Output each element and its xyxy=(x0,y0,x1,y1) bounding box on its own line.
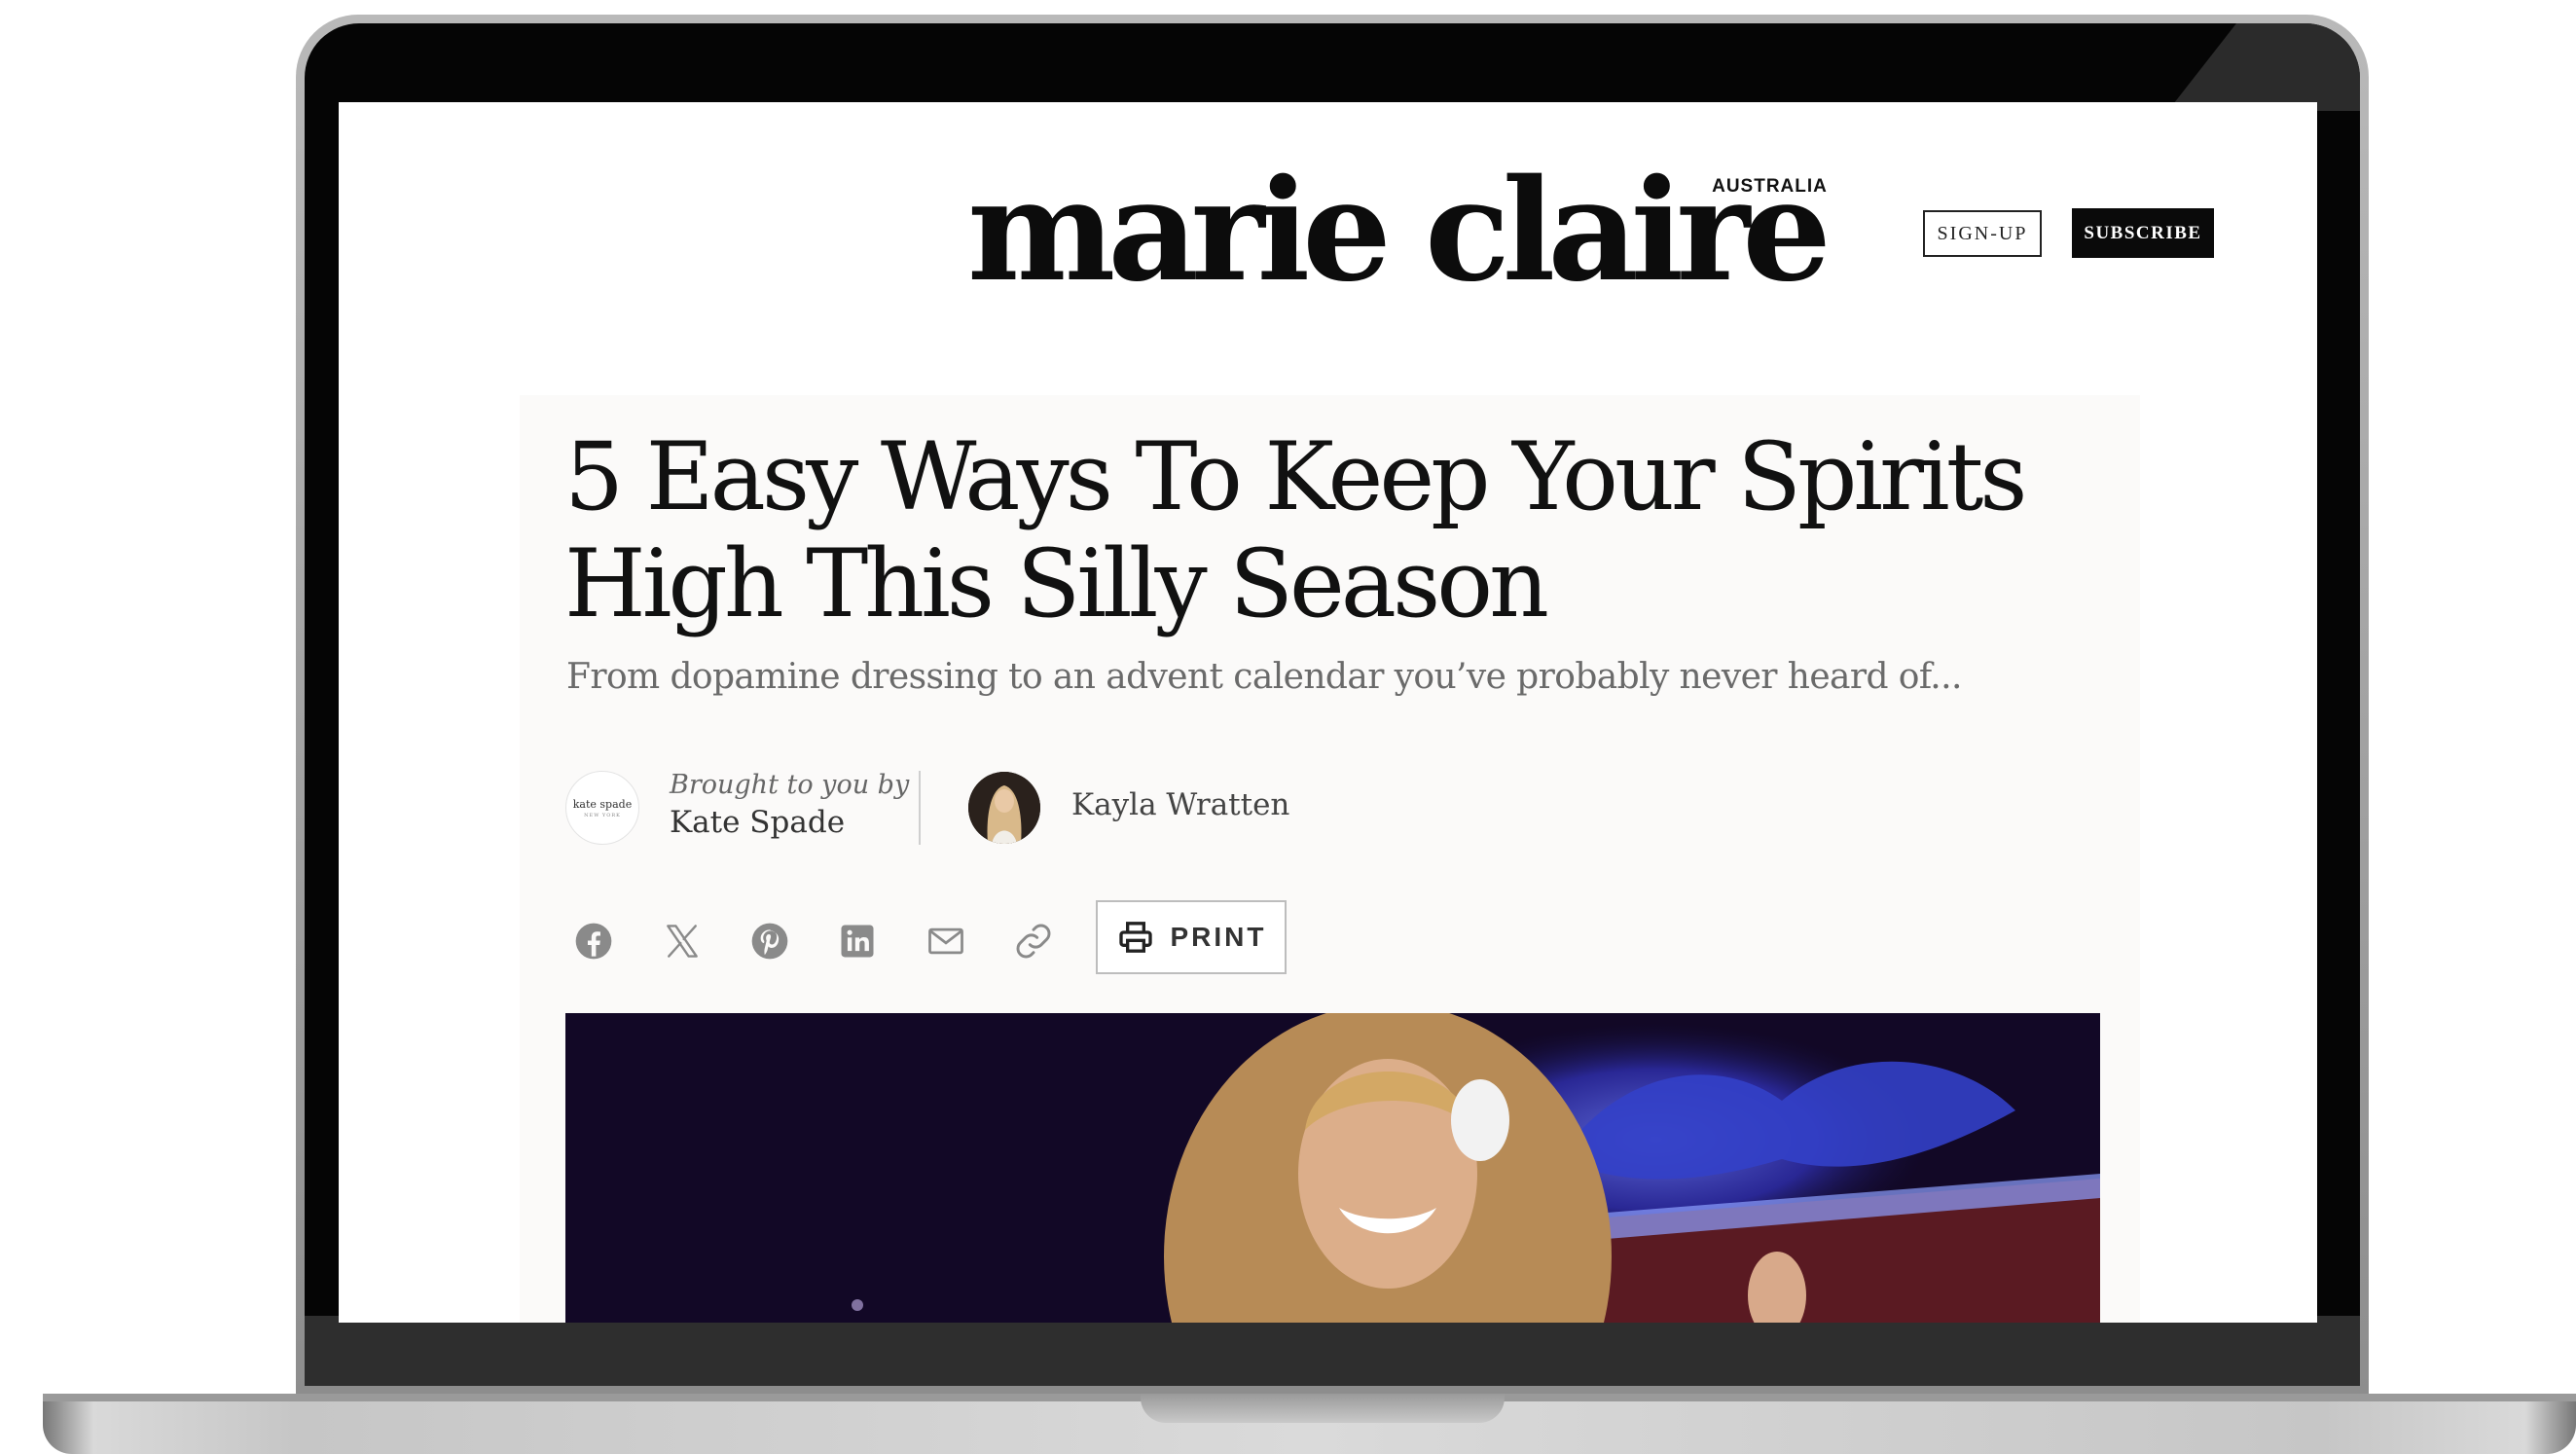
sponsor-logo-text: kate spade xyxy=(572,797,633,811)
print-button[interactable]: PRINT xyxy=(1096,900,1287,974)
share-linkedin[interactable] xyxy=(828,912,887,970)
sponsor-logo[interactable]: kate spade NEW YORK xyxy=(565,771,639,845)
author-photo xyxy=(968,772,1040,844)
subscribe-button[interactable]: SUBSCRIBE xyxy=(2072,208,2214,258)
browser-screen: marie claire AUSTRALIA SIGN-UP SUBSCRIBE… xyxy=(339,102,2317,1323)
bezel-glare xyxy=(2167,23,2360,111)
article-headline: 5 Easy Ways To Keep Your Spirits High Th… xyxy=(564,422,2028,638)
hero-photo xyxy=(565,1013,2100,1323)
sponsor-logo-subtext: NEW YORK xyxy=(584,812,621,818)
x-icon xyxy=(667,925,698,958)
link-icon xyxy=(1016,924,1051,959)
share-copy-link[interactable] xyxy=(1004,912,1063,970)
logo-wordmark: marie claire xyxy=(967,148,1832,312)
logo-region: AUSTRALIA xyxy=(1712,176,1828,197)
linkedin-icon xyxy=(841,925,874,958)
author-name[interactable]: Kayla Wratten xyxy=(1071,787,1289,822)
print-label: PRINT xyxy=(1170,922,1267,952)
share-email[interactable] xyxy=(917,912,975,970)
hero-image xyxy=(565,1013,2100,1323)
share-facebook[interactable] xyxy=(564,912,623,970)
author-avatar[interactable] xyxy=(968,772,1040,844)
sponsor-prefix: Brought to you by xyxy=(670,770,910,800)
pinterest-icon xyxy=(751,923,788,960)
sponsor-name[interactable]: Kate Spade xyxy=(670,805,845,840)
share-pinterest[interactable] xyxy=(741,912,799,970)
printer-icon xyxy=(1118,922,1152,953)
signup-button[interactable]: SIGN-UP xyxy=(1923,210,2042,257)
email-icon xyxy=(928,927,963,955)
laptop-notch xyxy=(1141,1394,1505,1423)
bezel-bottom xyxy=(305,1316,2360,1386)
share-x[interactable] xyxy=(653,912,711,970)
article-dek: From dopamine dressing to an advent cale… xyxy=(566,657,1962,697)
facebook-icon xyxy=(575,923,612,960)
byline-divider xyxy=(919,771,921,845)
site-logo[interactable]: marie claire AUSTRALIA xyxy=(967,148,1832,312)
